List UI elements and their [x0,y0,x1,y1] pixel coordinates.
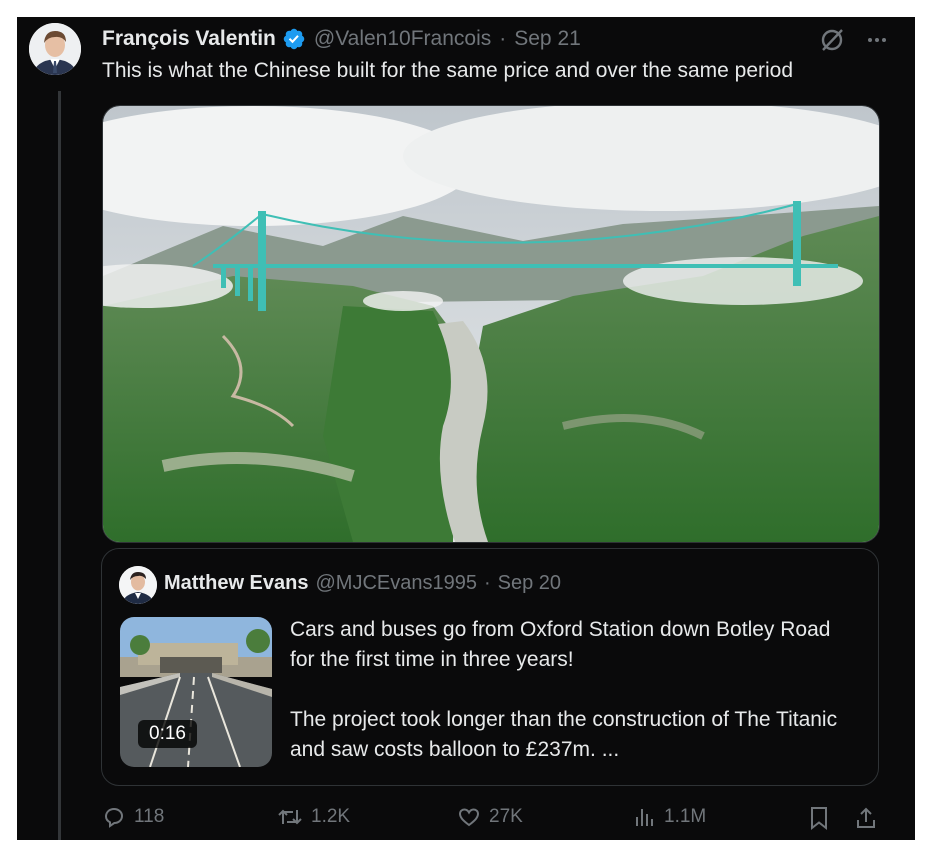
author-handle[interactable]: @Valen10Francois [314,27,491,51]
quoted-header: Matthew Evans @MJCEvans1995 · Sep 20 [164,572,561,595]
quoted-paragraph: Cars and buses go from Oxford Station do… [290,618,831,671]
heart-icon [458,808,480,827]
repost-button[interactable]: 1.2K [277,805,350,829]
post-text: This is what the Chinese built for the s… [102,59,794,82]
reply-button[interactable]: 118 [102,805,164,829]
action-bar: 118 1.2K 27K 1.1M [102,805,882,835]
quoted-paragraph: The project took longer than the constru… [290,708,838,761]
post-header: François Valentin @Valen10Francois · Sep… [102,25,581,53]
thread-line [58,91,61,840]
reply-count: 118 [134,806,165,827]
like-count: 27K [489,806,523,827]
like-button[interactable]: 27K [457,805,523,829]
repost-icon [278,809,302,825]
views-icon [636,809,653,826]
views-count: 1.1M [664,806,707,827]
separator-dot: · [499,27,507,50]
views-button[interactable]: 1.1M [632,805,706,829]
separator-dot: · [483,572,491,594]
author-avatar[interactable] [29,23,81,75]
quoted-post[interactable]: Matthew Evans @MJCEvans1995 · Sep 20 0:1… [101,548,879,786]
quoted-author-avatar [119,566,157,604]
bookmark-icon [811,807,827,831]
post-top-icons [819,27,889,53]
quoted-post-date: Sep 20 [497,572,562,594]
reply-icon [104,807,124,828]
author-name[interactable]: François Valentin [102,27,276,51]
post-card[interactable]: François Valentin @Valen10Francois · Sep… [17,17,915,840]
post-image[interactable] [102,105,880,543]
more-icon[interactable] [865,28,889,52]
quoted-video-thumbnail[interactable]: 0:16 [120,617,272,767]
verified-badge-icon [283,28,305,50]
share-button[interactable] [854,805,886,831]
quoted-author-name: Matthew Evans [164,572,309,594]
video-duration: 0:16 [138,720,197,748]
quoted-author-handle: @MJCEvans1995 [315,572,477,594]
repost-count: 1.2K [311,806,351,827]
share-icon [857,807,875,828]
grok-icon[interactable] [819,27,845,53]
quoted-text: Cars and buses go from Oxford Station do… [290,615,860,795]
post-date[interactable]: Sep 21 [514,27,581,51]
bookmark-button[interactable] [807,805,839,831]
